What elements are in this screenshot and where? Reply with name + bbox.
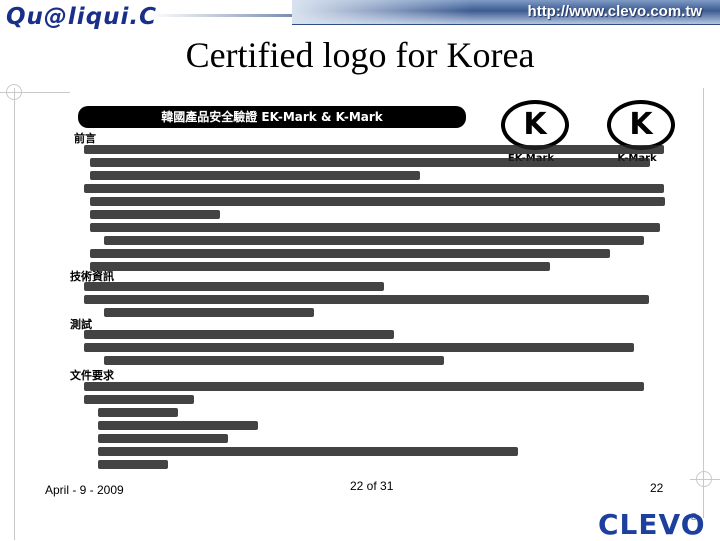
text-line xyxy=(98,408,178,417)
registered-mark: ® xyxy=(690,512,698,523)
frame-circle-right xyxy=(696,471,712,487)
section-heading: 文件要求 xyxy=(70,369,114,382)
text-line xyxy=(84,295,649,304)
frame-circle-top xyxy=(6,84,22,100)
text-line xyxy=(98,460,168,469)
page-title: Certified logo for Korea xyxy=(185,35,535,75)
text-line xyxy=(90,262,550,271)
text-line xyxy=(84,330,394,339)
ek-mark-logo: K xyxy=(501,100,569,150)
text-line xyxy=(90,249,610,258)
section-heading: 前言 xyxy=(74,132,96,145)
header-rule xyxy=(150,14,310,17)
text-line xyxy=(90,171,420,180)
frame-line-right xyxy=(703,88,704,518)
text-line xyxy=(84,382,644,391)
text-line xyxy=(90,158,650,167)
document-image: 韓國產品安全驗證 EK-Mark & K-Mark K K EK-Mark K-… xyxy=(70,100,682,470)
text-line xyxy=(84,395,194,404)
text-line xyxy=(104,308,314,317)
slide-number: 22 xyxy=(650,481,664,495)
text-line xyxy=(90,210,220,219)
frame-line-left xyxy=(14,88,15,540)
k-mark-logo: K xyxy=(607,100,675,150)
document-heading: 韓國產品安全驗證 EK-Mark & K-Mark xyxy=(78,106,466,128)
text-line xyxy=(104,356,444,365)
text-line xyxy=(104,236,644,245)
footer-page-count: 22 of 31 xyxy=(350,479,394,493)
text-line xyxy=(84,282,384,291)
text-line xyxy=(98,421,258,430)
url-text: http://www.clevo.com.tw xyxy=(527,3,702,20)
text-line xyxy=(90,223,660,232)
text-line xyxy=(84,343,634,352)
text-line xyxy=(84,184,664,193)
brand-logo: Qu@liqui.C xyxy=(6,4,158,30)
text-line xyxy=(90,197,665,206)
text-line xyxy=(98,447,518,456)
text-line xyxy=(98,434,228,443)
footer-date: April - 9 - 2009 xyxy=(45,483,124,497)
text-line xyxy=(84,145,664,154)
url-banner: http://www.clevo.com.tw xyxy=(292,0,720,25)
